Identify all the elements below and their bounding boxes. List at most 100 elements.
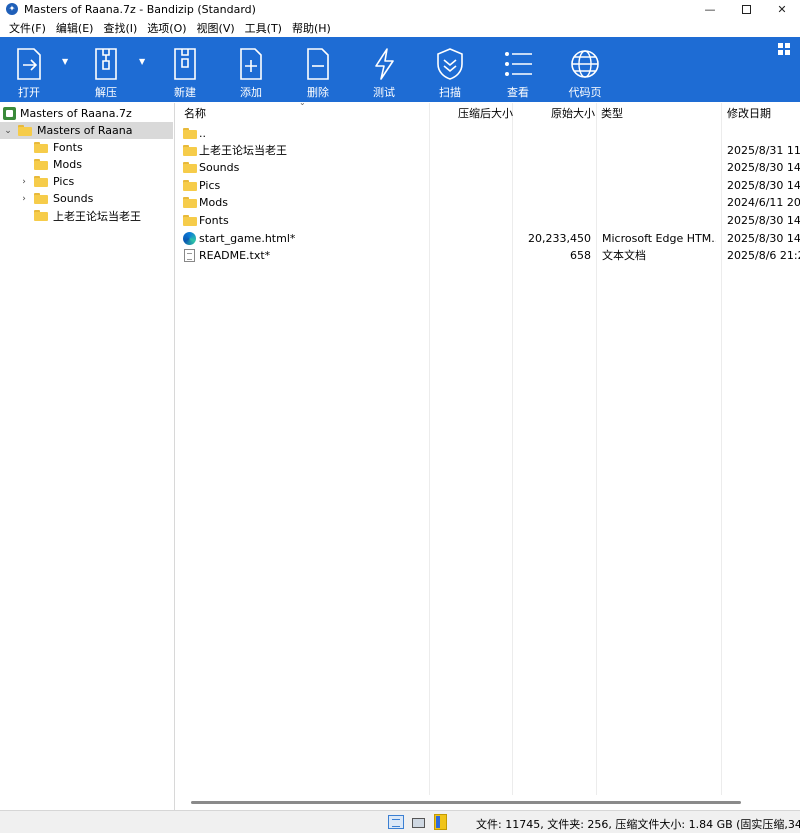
folder-icon <box>34 176 48 187</box>
column-header-name[interactable]: 名称 <box>184 103 206 125</box>
archive-lock-icon[interactable] <box>434 814 447 830</box>
file-list: 名称 ⌄ 压缩后大小 原始大小 类型 修改日期 .. 上老王论坛当老王 2025… <box>177 98 800 795</box>
new-archive-label: 新建 <box>174 86 196 99</box>
tree-item-label: Fonts <box>53 141 83 154</box>
archive-icon <box>3 107 16 120</box>
window-title: Masters of Raana.7z - Bandizip (Standard… <box>24 2 256 16</box>
row-modified: 2025/8/6 21:27 <box>727 249 800 262</box>
row-modified: 2025/8/30 14:4 <box>727 161 800 174</box>
close-button[interactable]: ✕ <box>764 0 800 18</box>
view-label: 查看 <box>507 86 529 99</box>
list-row[interactable]: 上老王论坛当老王 2025/8/31 11:4 <box>177 142 800 159</box>
list-row-parent[interactable]: .. <box>177 125 800 142</box>
folder-icon <box>34 142 48 153</box>
extract-dropdown-chevron-icon[interactable]: ▼ <box>139 57 145 66</box>
list-row[interactable]: Mods 2024/6/11 20:3 <box>177 194 800 211</box>
row-name: start_game.html* <box>199 232 296 245</box>
status-text: 文件: 11745, 文件夹: 256, 压缩文件大小: 1.84 GB (固实… <box>476 818 800 831</box>
column-header-size[interactable]: 原始大小 <box>551 103 595 125</box>
scan-button[interactable]: 扫描 <box>433 37 467 102</box>
bandizip-app-icon: ✦ <box>6 3 18 15</box>
title-bar: ✦ Masters of Raana.7z - Bandizip (Standa… <box>0 0 800 18</box>
row-modified: 2025/8/30 14:4 <box>727 179 800 192</box>
menu-options[interactable]: 选项(O) <box>142 20 191 36</box>
delete-button[interactable]: 删除 <box>301 37 335 102</box>
row-type: 文本文档 <box>602 249 646 262</box>
row-size: 20,233,450 <box>528 232 591 245</box>
tree-item-fonts[interactable]: Fonts <box>34 139 83 156</box>
preview-pane-icon[interactable] <box>410 815 426 829</box>
row-name: Fonts <box>199 214 229 227</box>
menu-bar: 文件(F) 编辑(E) 查找(I) 选项(O) 视图(V) 工具(T) 帮助(H… <box>0 18 800 37</box>
minimize-button[interactable]: — <box>692 0 728 18</box>
collapse-chevron-icon[interactable]: ⌄ <box>2 126 14 136</box>
new-archive-button[interactable]: 新建 <box>168 37 202 102</box>
row-modified: 2025/8/30 14:3 <box>727 232 800 245</box>
add-icon <box>240 48 262 80</box>
horizontal-scrollbar[interactable] <box>177 795 800 810</box>
scan-label: 扫描 <box>439 86 461 99</box>
row-name: README.txt* <box>199 249 271 262</box>
status-bar: 文件: 11745, 文件夹: 256, 压缩文件大小: 1.84 GB (固实… <box>0 810 800 833</box>
list-row[interactable]: Sounds 2025/8/30 14:4 <box>177 159 800 176</box>
row-name: Pics <box>199 179 221 192</box>
maximize-button[interactable] <box>728 0 764 18</box>
menu-help[interactable]: 帮助(H) <box>287 20 336 36</box>
menu-view[interactable]: 视图(V) <box>192 20 240 36</box>
list-row[interactable]: README.txt* 658 文本文档 2025/8/6 21:27 <box>177 247 800 264</box>
folder-icon <box>183 162 197 173</box>
tree-item-mods[interactable]: Mods <box>34 156 82 173</box>
tree-item-label: 上老王论坛当老王 <box>53 209 141 223</box>
menu-tools[interactable]: 工具(T) <box>240 20 287 36</box>
row-type: Microsoft Edge HTM... <box>602 232 716 245</box>
folder-icon <box>183 145 197 156</box>
tree-item-sounds[interactable]: › Sounds <box>18 190 93 207</box>
folder-icon <box>18 125 32 136</box>
test-label: 测试 <box>373 86 395 99</box>
test-button[interactable]: 测试 <box>367 37 401 102</box>
menu-find[interactable]: 查找(I) <box>98 20 142 36</box>
extract-label: 解压 <box>95 86 117 99</box>
tree-item-masters-of-raana[interactable]: ⌄ Masters of Raana <box>0 122 173 139</box>
row-modified: 2025/8/31 11:4 <box>727 144 800 157</box>
open-dropdown-chevron-icon[interactable]: ▼ <box>62 57 68 66</box>
tree-item-label: Pics <box>53 175 75 188</box>
column-header-packed[interactable]: 压缩后大小 <box>458 103 513 125</box>
row-size: 658 <box>570 249 591 262</box>
row-modified: 2025/8/30 14:4 <box>727 214 800 227</box>
folder-icon <box>183 128 197 139</box>
tree-root-archive[interactable]: Masters of Raana.7z <box>0 105 132 122</box>
tree-item-label: Sounds <box>53 192 94 205</box>
tree-item-pics[interactable]: › Pics <box>18 173 74 190</box>
view-button[interactable]: 查看 <box>501 37 535 102</box>
details-view-icon[interactable] <box>388 815 404 829</box>
list-row[interactable]: Pics 2025/8/30 14:4 <box>177 177 800 194</box>
list-header: 名称 ⌄ 压缩后大小 原始大小 类型 修改日期 <box>177 98 800 125</box>
folder-icon <box>183 197 197 208</box>
column-header-type[interactable]: 类型 <box>601 103 623 125</box>
open-button[interactable]: 打开 <box>12 37 46 102</box>
column-header-modified[interactable]: 修改日期 <box>727 103 771 125</box>
codepage-button[interactable]: 代码页 <box>563 37 607 102</box>
row-name: .. <box>199 127 206 140</box>
scan-icon <box>437 48 463 80</box>
list-row[interactable]: Fonts 2025/8/30 14:4 <box>177 212 800 229</box>
layout-grid-icon[interactable] <box>778 43 790 55</box>
tree-item-label: Mods <box>53 158 82 171</box>
row-name: 上老王论坛当老王 <box>199 144 287 157</box>
extract-button[interactable]: 解压 <box>89 37 123 102</box>
row-name: Mods <box>199 196 228 209</box>
test-icon <box>375 48 394 80</box>
scrollbar-thumb[interactable] <box>191 801 741 804</box>
folder-tree: Masters of Raana.7z ⌄ Masters of Raana F… <box>0 103 175 810</box>
menu-file[interactable]: 文件(F) <box>4 20 51 36</box>
tree-item-laowang[interactable]: 上老王论坛当老王 <box>34 207 141 224</box>
open-icon <box>17 48 41 80</box>
expand-chevron-icon[interactable]: › <box>18 177 30 187</box>
add-button[interactable]: 添加 <box>234 37 268 102</box>
list-row[interactable]: start_game.html* 20,233,450 Microsoft Ed… <box>177 230 800 247</box>
folder-icon <box>183 180 197 191</box>
row-modified: 2024/6/11 20:3 <box>727 196 800 209</box>
expand-chevron-icon[interactable]: › <box>18 194 30 204</box>
menu-edit[interactable]: 编辑(E) <box>51 20 99 36</box>
